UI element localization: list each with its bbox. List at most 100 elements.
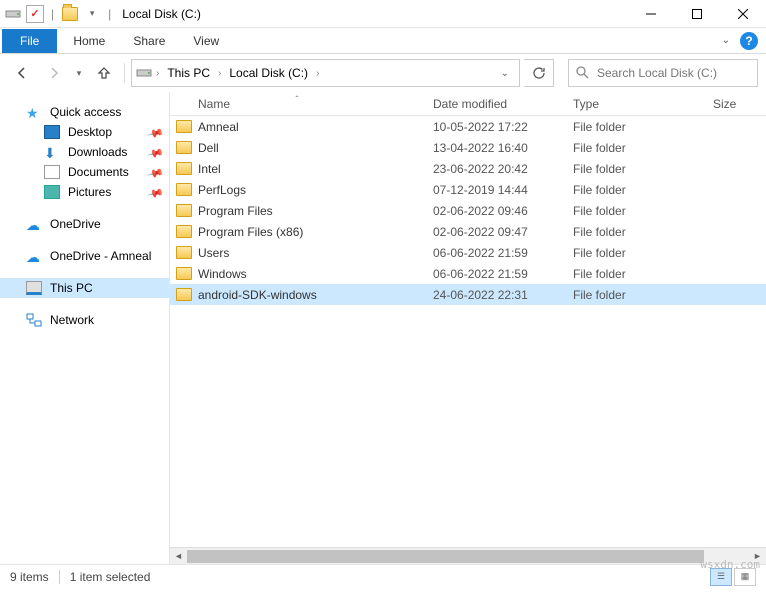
chevron-right-icon[interactable]: › (154, 68, 161, 79)
sort-ascending-icon: ˆ (296, 95, 299, 104)
ic-pic-icon (44, 185, 60, 199)
pin-icon: 📌 (146, 124, 161, 140)
maximize-button[interactable] (674, 0, 720, 28)
forward-button[interactable] (40, 59, 68, 87)
file-row[interactable]: Windows 06-06-2022 21:59 File folder (170, 263, 766, 284)
file-date: 24-06-2022 22:31 (425, 288, 565, 302)
nav-this-pc[interactable]: This PC (0, 278, 169, 298)
status-item-count: 9 items (10, 570, 49, 584)
recent-locations-button[interactable]: ▾ (72, 59, 86, 87)
folder-icon (176, 288, 192, 301)
status-bar: 9 items 1 item selected ☰ ▦ (0, 564, 766, 588)
chevron-right-icon[interactable]: › (314, 68, 321, 79)
nav-label: OneDrive (50, 217, 101, 231)
file-type: File folder (565, 225, 705, 239)
checkbox-icon[interactable]: ✓ (26, 5, 44, 23)
scroll-left-button[interactable]: ◄ (170, 548, 187, 565)
file-name: Intel (198, 162, 221, 176)
file-row[interactable]: Intel 23-06-2022 20:42 File folder (170, 158, 766, 179)
column-type[interactable]: Type (565, 97, 705, 111)
file-type: File folder (565, 183, 705, 197)
scroll-thumb[interactable] (187, 550, 704, 563)
file-row[interactable]: android-SDK-windows 24-06-2022 22:31 Fil… (170, 284, 766, 305)
status-selection: 1 item selected (70, 570, 151, 584)
minimize-button[interactable] (628, 0, 674, 28)
cloud-icon: ☁ (26, 249, 42, 263)
nav-onedrive-amneal[interactable]: ☁ OneDrive - Amneal (0, 246, 169, 266)
address-dropdown-icon[interactable]: ⌄ (495, 68, 515, 79)
watermark: wsxdn.com (700, 558, 760, 571)
nav-network[interactable]: Network (0, 310, 169, 330)
file-row[interactable]: Program Files 02-06-2022 09:46 File fold… (170, 200, 766, 221)
file-row[interactable]: Users 06-06-2022 21:59 File folder (170, 242, 766, 263)
column-headers: Name ˆ Date modified Type Size (170, 92, 766, 116)
nav-label: OneDrive - Amneal (50, 249, 151, 263)
nav-onedrive[interactable]: ☁ OneDrive (0, 214, 169, 234)
separator (59, 570, 60, 584)
column-label: Name (198, 97, 230, 111)
file-name: Program Files (x86) (198, 225, 303, 239)
star-icon: ★ (26, 105, 42, 119)
file-type: File folder (565, 141, 705, 155)
scroll-track[interactable] (187, 548, 749, 565)
folder-icon (176, 267, 192, 280)
breadcrumb-item[interactable]: Local Disk (C:) (225, 64, 312, 82)
close-button[interactable] (720, 0, 766, 28)
file-type: File folder (565, 288, 705, 302)
nav-label: Documents (68, 165, 129, 179)
file-tab[interactable]: File (2, 29, 57, 53)
nav-label: This PC (50, 281, 93, 295)
navigation-pane[interactable]: ★ Quick access Desktop📌⬇Downloads📌Docume… (0, 92, 170, 564)
file-date: 06-06-2022 21:59 (425, 246, 565, 260)
file-list-area: Name ˆ Date modified Type Size Amneal 10… (170, 92, 766, 564)
horizontal-scrollbar[interactable]: ◄ ► (170, 547, 766, 564)
chevron-right-icon[interactable]: › (216, 68, 223, 79)
qat-dropdown-icon[interactable]: ▾ (83, 5, 101, 23)
breadcrumb-item[interactable]: This PC (163, 64, 214, 82)
back-button[interactable] (8, 59, 36, 87)
pin-icon: 📌 (146, 144, 161, 160)
navigation-bar: ▾ › This PC › Local Disk (C:) › ⌄ (0, 54, 766, 92)
file-row[interactable]: Program Files (x86) 02-06-2022 09:47 Fil… (170, 221, 766, 242)
refresh-button[interactable] (524, 59, 554, 87)
cloud-icon: ☁ (26, 217, 42, 231)
nav-quick-access[interactable]: ★ Quick access (0, 102, 169, 122)
nav-quick-item[interactable]: Desktop📌 (0, 122, 169, 142)
nav-quick-item[interactable]: Pictures📌 (0, 182, 169, 202)
minimize-ribbon-icon[interactable]: ⌄ (722, 35, 730, 46)
separator: | (51, 7, 54, 21)
search-icon (575, 65, 589, 82)
file-name: Amneal (198, 120, 239, 134)
file-row[interactable]: Dell 13-04-2022 16:40 File folder (170, 137, 766, 158)
folder-icon (176, 246, 192, 259)
file-name: android-SDK-windows (198, 288, 317, 302)
folder-icon (176, 183, 192, 196)
folder-icon (176, 225, 192, 238)
file-type: File folder (565, 246, 705, 260)
file-row[interactable]: PerfLogs 07-12-2019 14:44 File folder (170, 179, 766, 200)
tab-view[interactable]: View (179, 29, 233, 53)
help-icon[interactable]: ? (740, 32, 758, 50)
nav-quick-item[interactable]: Documents📌 (0, 162, 169, 182)
up-button[interactable] (90, 59, 118, 87)
file-row[interactable]: Amneal 10-05-2022 17:22 File folder (170, 116, 766, 137)
nav-label: Pictures (68, 185, 111, 199)
column-name[interactable]: Name ˆ (170, 97, 425, 111)
tab-home[interactable]: Home (59, 29, 119, 53)
pc-icon (26, 281, 42, 295)
search-input[interactable] (595, 65, 754, 81)
separator: | (108, 7, 111, 21)
column-date[interactable]: Date modified (425, 97, 565, 111)
folder-icon (176, 141, 192, 154)
folder-icon (176, 204, 192, 217)
column-size[interactable]: Size (705, 97, 765, 111)
quick-access-toolbar: ✓ | ▾ | (0, 5, 118, 23)
nav-quick-item[interactable]: ⬇Downloads📌 (0, 142, 169, 162)
nav-label: Network (50, 313, 94, 327)
search-box[interactable] (568, 59, 758, 87)
tab-share[interactable]: Share (119, 29, 179, 53)
file-date: 06-06-2022 21:59 (425, 267, 565, 281)
file-type: File folder (565, 267, 705, 281)
address-bar[interactable]: › This PC › Local Disk (C:) › ⌄ (131, 59, 520, 87)
ic-dl-icon: ⬇ (44, 145, 60, 159)
